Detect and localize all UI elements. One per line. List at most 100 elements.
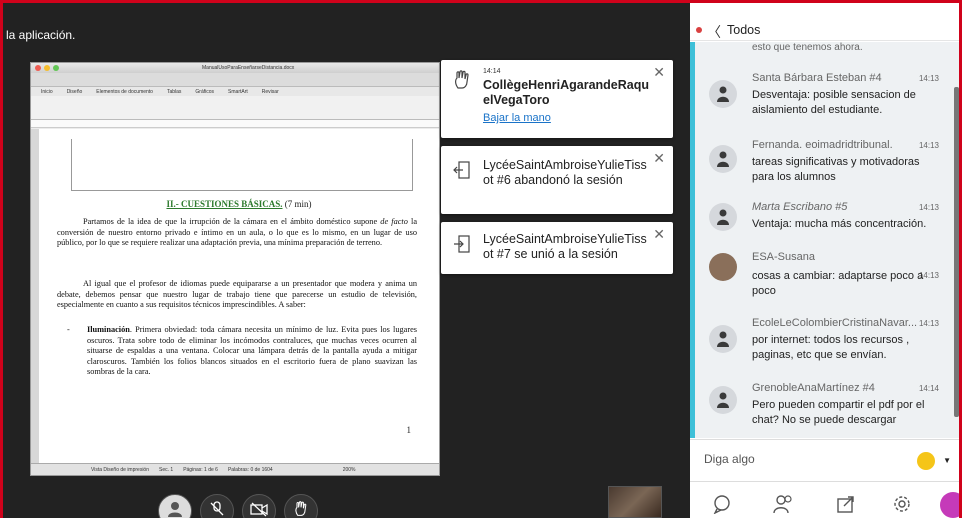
chat-input-row: ▼ <box>690 439 959 481</box>
tab-participants[interactable] <box>770 490 798 518</box>
doc-body: II.- CUESTIONES BÁSICAS. (7 min) Partamo… <box>31 129 439 463</box>
chat-message-list[interactable]: esto que tenemos ahora. Santa Bárbara Es… <box>690 42 959 438</box>
tab-settings[interactable] <box>888 490 916 518</box>
avatar-photo <box>709 253 737 281</box>
close-icon[interactable]: ✕ <box>653 64 665 81</box>
leave-session-icon <box>453 161 470 179</box>
notification-text: LycéeSaintAmbroiseYulieTissot #7 se unió… <box>483 232 647 261</box>
microphone-button[interactable] <box>200 494 234 518</box>
doc-bullet-text: . Primera obviedad: toda cámara necesita… <box>87 325 417 377</box>
doc-ruler <box>31 120 439 128</box>
notification-time: 14:14 <box>483 68 501 75</box>
doc-ribbon <box>31 96 439 120</box>
notification-left-session: LycéeSaintAmbroiseYulieTissot #6 abandon… <box>441 146 673 214</box>
close-dot-icon <box>35 65 41 71</box>
doc-tab: Gráficos <box>195 88 215 95</box>
raised-hand-icon <box>295 501 307 516</box>
message-text: cosas a cambiar: adaptarse poco a poco <box>752 270 924 297</box>
notification-raised-hand: 14:14 CollègeHenriAgarandeRaquelVegaToro… <box>441 60 673 138</box>
message-author: Marta Escribano #5 <box>752 201 848 213</box>
doc-tab: Elementos de documento <box>96 88 153 95</box>
lower-hand-link[interactable]: Bajar la mano <box>483 112 551 124</box>
notification-text: LycéeSaintAmbroiseYulieTissot #6 abandon… <box>483 158 647 187</box>
notification-text: CollègeHenriAgarandeRaquelVegaToro <box>483 78 650 107</box>
back-chevron-icon[interactable]: 〈 <box>707 22 721 42</box>
chat-title: Todos <box>727 23 761 37</box>
notification-joined-session: LycéeSaintAmbroiseYulieTissot #7 se unió… <box>441 222 673 274</box>
doc-tab: Inicio <box>41 88 53 95</box>
doc-bullet-bold: Iluminación <box>87 325 130 334</box>
person-icon <box>168 502 182 517</box>
message-time: 14:13 <box>918 74 939 83</box>
doc-heading-suffix: (7 min) <box>282 199 312 209</box>
doc-tab: Revisar <box>261 88 279 95</box>
person-icon <box>717 209 729 225</box>
chat-message-input[interactable] <box>704 452 904 466</box>
message-text: tareas significativas y motivadoras para… <box>752 156 920 183</box>
chat-header: 〈 Todos <box>690 3 959 41</box>
participant-video-thumbnail[interactable] <box>608 486 662 518</box>
zoom-dot-icon <box>53 65 59 71</box>
chat-cut-text: esto que tenemos ahora. <box>752 42 863 53</box>
doc-bullet-iluminacion: Iluminación. Primera obviedad: toda cáma… <box>67 325 417 378</box>
doc-toolbar <box>31 73 439 87</box>
doc-heading-main: II.- CUESTIONES BÁSICAS. <box>166 199 283 209</box>
microphone-muted-icon <box>210 501 224 516</box>
message-text: Desventaja: posible sensacion de aislami… <box>752 89 916 116</box>
message-time: 14:13 <box>918 203 939 212</box>
doc-page-number: 1 <box>406 425 412 435</box>
close-icon[interactable]: ✕ <box>653 150 665 167</box>
doc-para1-text-a: Partamos de la idea de que la irrupción … <box>83 217 381 226</box>
message-time: 14:14 <box>918 384 939 393</box>
close-icon[interactable]: ✕ <box>653 226 665 243</box>
shared-screen-area: la aplicación. ManualUsoParaEnseñarseDis… <box>0 0 690 518</box>
doc-heading: II.- CUESTIONES BÁSICAS. (7 min) <box>39 199 439 209</box>
message-author: Santa Bárbara Esteban #4 <box>752 72 882 84</box>
camera-button[interactable] <box>242 494 276 518</box>
avatar <box>709 386 737 414</box>
panel-tab-bar <box>690 481 962 518</box>
message-text: Pero pueden compartir el pdf por el chat… <box>752 399 925 426</box>
tab-chat[interactable] <box>708 490 736 518</box>
doc-status-item: Vista Diseño de impresión <box>91 466 149 473</box>
gear-icon <box>894 496 910 512</box>
chevron-down-icon[interactable]: ▼ <box>943 456 951 465</box>
doc-titlebar: ManualUsoParaEnseñarseDistancia.docx <box>31 63 439 73</box>
message-time: 14:13 <box>918 319 939 328</box>
share-icon <box>837 496 854 513</box>
person-icon <box>717 86 729 102</box>
message-author: EcoleLeColombierCristinaNavar... <box>752 317 918 329</box>
person-icon <box>717 331 729 347</box>
message-text: por internet: todos los recursos , pagin… <box>752 334 910 361</box>
unread-dot-icon <box>696 27 702 33</box>
raised-hand-icon <box>455 70 469 89</box>
chat-panel: 〈 Todos esto que tenemos ahora. Santa Bá… <box>690 3 962 518</box>
my-status-button[interactable] <box>158 494 192 518</box>
doc-statusbar: Vista Diseño de impresión Sec. 1 Páginas… <box>31 463 439 475</box>
share-label: la aplicación. <box>6 28 76 42</box>
doc-frame-box <box>71 139 413 191</box>
minimize-dot-icon <box>44 65 50 71</box>
doc-tab: Tablas <box>166 88 182 95</box>
doc-status-item: Sec. 1 <box>159 466 174 473</box>
window-border-left <box>0 0 3 518</box>
doc-status-item: Palabras: 0 de 1604 <box>227 466 273 473</box>
doc-window-title: ManualUsoParaEnseñarseDistancia.docx <box>202 65 295 71</box>
raise-hand-button[interactable] <box>284 494 318 518</box>
doc-paragraph-1: Partamos de la idea de que la irrupción … <box>57 217 417 249</box>
participants-icon <box>773 495 792 514</box>
doc-status-zoom: 200% <box>342 466 356 473</box>
shared-document-window: ManualUsoParaEnseñarseDistancia.docx Ini… <box>30 62 440 476</box>
doc-para1-emphasis: de facto <box>380 217 408 226</box>
doc-tab: Diseño <box>66 88 83 95</box>
message-text: Ventaja: mucha más concentración. <box>752 218 927 230</box>
emoji-icon[interactable] <box>917 452 935 470</box>
doc-page: II.- CUESTIONES BÁSICAS. (7 min) Partamo… <box>39 129 439 463</box>
avatar <box>709 203 737 231</box>
person-icon <box>717 151 729 167</box>
window-border-top <box>0 0 962 3</box>
avatar <box>709 325 737 353</box>
tab-share-content[interactable] <box>832 490 860 518</box>
message-author: Fernanda. eoimadridtribunal. <box>752 139 893 151</box>
message-author: ESA-Susana <box>752 251 815 263</box>
